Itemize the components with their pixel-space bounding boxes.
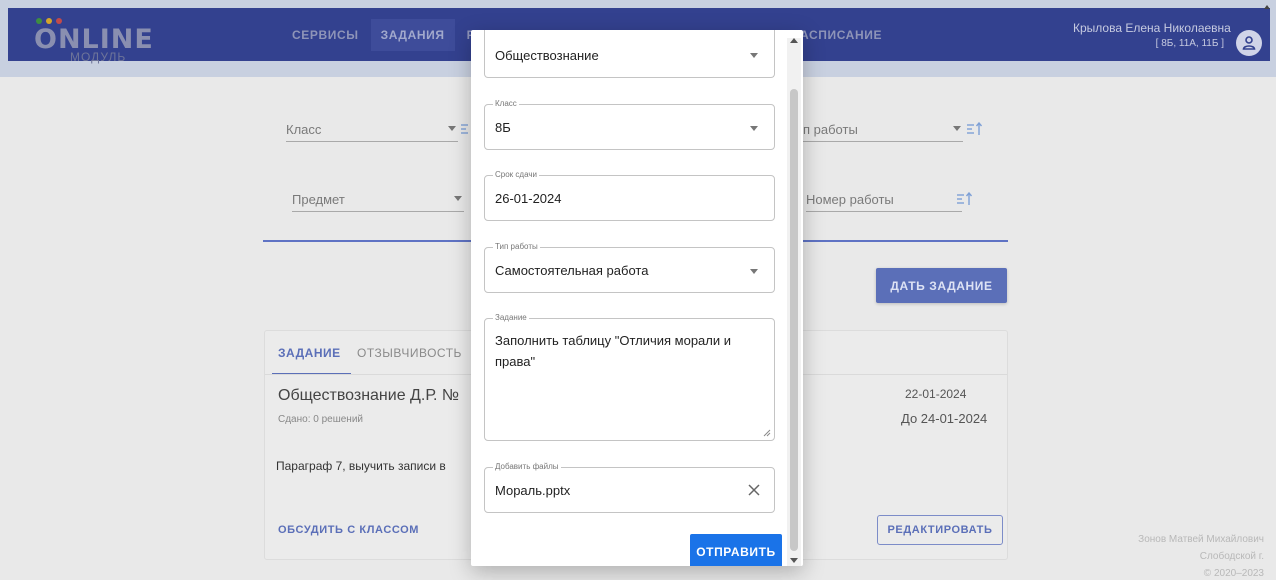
task-description: Параграф 7, выучить записи в [276,459,446,473]
work-type-select-value: Самостоятельная работа [495,263,649,278]
discuss-with-class-link[interactable]: ОБСУДИТЬ С КЛАССОМ [278,524,419,536]
edit-task-button[interactable]: РЕДАКТИРОВАТЬ [877,515,1003,545]
app-logo[interactable]: ONLINE МОДУЛЬ [34,18,164,64]
send-button[interactable]: ОТПРАВИТЬ [690,534,782,566]
footer-city: Слободской г. [1199,551,1264,562]
work-number-filter[interactable]: Номер работы [806,188,962,212]
class-select-legend: Класс [493,99,519,109]
tab-task[interactable]: ЗАДАНИЕ [272,346,351,375]
scroll-up-icon[interactable] [790,38,798,43]
task-textarea-legend: Задание [493,313,529,323]
subject-select-value: Обществознание [495,48,599,63]
sort-icon[interactable] [956,192,974,206]
deadline-field-legend: Срок сдачи [493,170,539,180]
task-textarea-value: Заполнить таблицу "Отличия морали и прав… [495,333,732,369]
class-select-value: 8Б [495,120,511,135]
user-icon-glyph [1242,36,1256,50]
work-type-select-legend: Тип работы [493,242,540,252]
subject-select[interactable]: Обществознание [484,30,775,78]
task-title: Обществознание Д.Р. № [278,387,460,404]
task-textarea[interactable]: Задание Заполнить таблицу "Отличия морал… [484,313,775,441]
user-classes: [ 8Б, 11А, 11Б ] [1155,38,1224,49]
scroll-thumb[interactable] [790,89,798,551]
scroll-down-icon[interactable] [790,558,798,563]
work-type-select[interactable]: Тип работы Самостоятельная работа [484,242,775,293]
logo-text: ONLINE [34,24,154,55]
deadline-field[interactable]: Срок сдачи 26-01-2024 [484,170,775,221]
deadline-field-value: 26-01-2024 [495,191,562,206]
class-filter-label: Класс [286,122,322,137]
footer-author: Зонов Матвей Михайлович [1138,534,1264,545]
task-submitted-count: Сдано: 0 решений [278,414,363,425]
nav-tasks[interactable]: ЗАДАНИЯ [370,19,455,51]
subject-filter-label: Предмет [292,192,345,207]
nav-services[interactable]: СЕРВИСЫ [282,19,369,51]
files-field-value: Мораль.pptx [495,483,571,498]
dialog-scrollbar[interactable] [787,38,801,566]
resize-handle-icon[interactable] [763,429,771,437]
chevron-down-icon [953,126,961,131]
assign-task-dialog: Обществознание Класс 8Б Срок сдачи 26-01… [471,30,803,566]
close-icon[interactable] [746,482,762,498]
files-field-legend: Добавить файлы [493,462,561,472]
work-number-filter-label: Номер работы [806,192,894,207]
subject-filter[interactable]: Предмет [292,188,464,212]
task-due-date: До 24-01-2024 [901,411,988,426]
chevron-down-icon [750,53,758,58]
window-scroll-up-icon[interactable] [1264,5,1270,9]
chevron-down-icon [750,269,758,274]
chevron-down-icon [750,126,758,131]
class-filter[interactable]: Класс [286,118,458,142]
tab-feedback[interactable]: ОТЗЫВЧИВОСТЬ [357,346,462,360]
work-type-filter[interactable]: п работы [803,118,963,142]
assign-task-button[interactable]: ДАТЬ ЗАДАНИЕ [876,268,1007,303]
sort-icon[interactable] [966,122,984,136]
task-issued-date: 22-01-2024 [905,387,967,401]
logo-subtext: МОДУЛЬ [70,50,127,64]
work-type-filter-label: п работы [803,122,858,137]
class-select[interactable]: Класс 8Б [484,99,775,150]
user-name: Крылова Елена Николаевна [1073,21,1231,35]
footer-copyright: © 2020–2023 [1203,568,1264,579]
chevron-down-icon [448,126,456,131]
user-icon[interactable] [1236,30,1262,56]
chevron-down-icon [454,196,462,201]
files-field[interactable]: Добавить файлы Мораль.pptx [484,462,775,513]
